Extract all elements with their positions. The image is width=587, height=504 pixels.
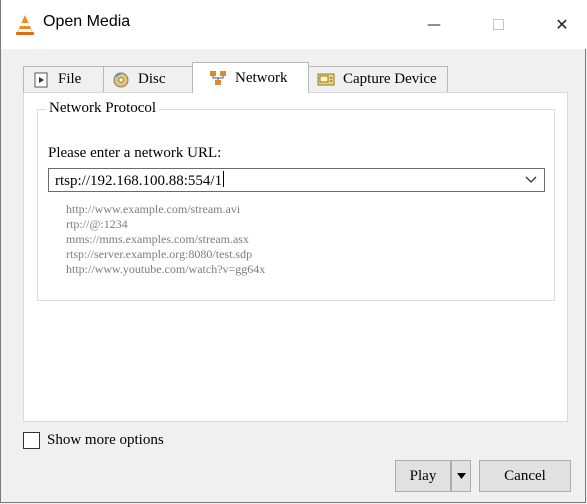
group-title: Network Protocol [46,100,160,117]
play-options-dropdown-button[interactable] [451,460,471,492]
network-url-input[interactable]: rtsp://192.168.100.88:554/1 [55,171,225,190]
url-example: rtp://@:1234 [66,217,128,231]
show-more-options-label[interactable]: Show more options [47,432,164,449]
maximize-button[interactable] [469,0,527,49]
triangle-down-icon [456,473,466,479]
url-example: rtsp://server.example.org:8080/test.sdp [66,247,253,261]
url-example: http://www.youtube.com/watch?v=gg64x [66,262,266,276]
url-prompt-label: Please enter a network URL: [48,145,222,161]
cancel-button-label: Cancel [504,467,546,484]
close-button[interactable]: ✕ [533,0,587,49]
url-example: http://www.example.com/stream.avi [66,202,241,216]
tab-file[interactable]: File [23,66,104,92]
tab-disc[interactable]: Disc [103,66,193,92]
cancel-button[interactable]: Cancel [479,460,571,492]
show-more-options-checkbox[interactable] [23,432,40,449]
tab-capture-device-label: Capture Device [343,71,437,87]
network-protocol-group: Network Protocol Please enter a network … [37,100,555,301]
text-caret [223,171,225,187]
open-media-dialog: Open Media — ✕ File Disc Network Capture… [0,0,587,503]
title-bar: Open Media — ✕ [1,0,587,49]
tab-file-label: File [58,71,82,87]
tab-network[interactable]: Network [192,62,309,93]
file-icon [34,72,48,87]
window-title: Open Media [43,13,131,30]
url-example: mms://mms.examples.com/stream.asx [66,232,249,246]
tab-network-label: Network [235,69,288,86]
network-url-combobox[interactable]: rtsp://192.168.100.88:554/1 [48,168,545,192]
minimize-icon: — [427,16,441,33]
play-button[interactable]: Play [395,460,451,492]
minimize-button[interactable]: — [405,0,463,49]
maximize-icon [492,19,504,30]
capture-device-icon [317,73,335,85]
network-icon [210,71,226,85]
play-button-label: Play [409,467,437,484]
network-url-value: rtsp://192.168.100.88:554/1 [55,173,223,189]
network-tab-panel: Network Protocol Please enter a network … [23,92,568,422]
disc-icon [113,72,129,87]
chevron-down-icon[interactable] [524,174,538,186]
tab-disc-label: Disc [138,71,166,87]
url-examples: http://www.example.com/stream.avi rtp://… [66,202,265,277]
close-icon: ✕ [555,15,569,34]
tab-capture-device[interactable]: Capture Device [308,66,448,92]
vlc-cone-icon [16,15,34,35]
